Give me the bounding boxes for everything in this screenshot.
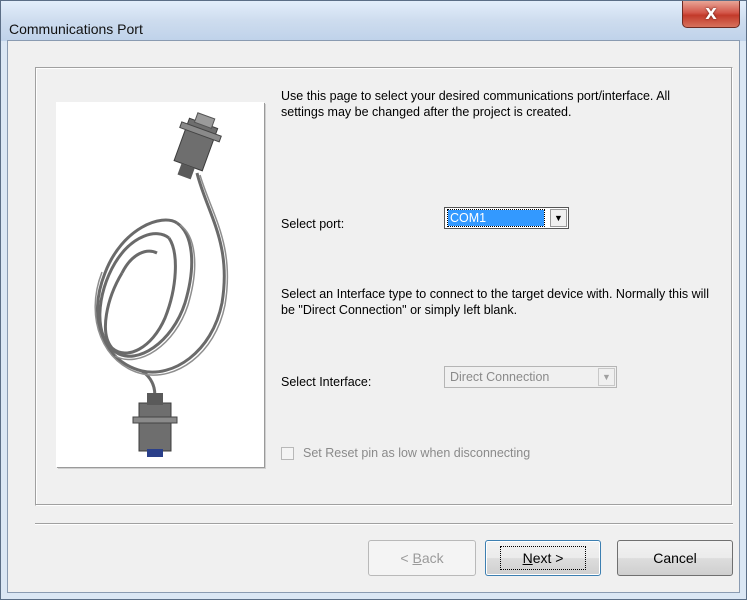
close-button[interactable]: X (682, 1, 740, 28)
cable-image (56, 102, 264, 467)
back-button[interactable]: < Back (368, 540, 476, 576)
close-icon: X (705, 5, 717, 23)
reset-pin-checkbox-label[interactable]: Set Reset pin as low when disconnecting (303, 445, 530, 461)
port-select[interactable]: COM1 ▼ (444, 207, 569, 229)
button-separator (35, 523, 733, 525)
window-title: Communications Port (9, 21, 143, 37)
back-button-label: < Back (400, 550, 444, 566)
next-button[interactable]: Next > (485, 540, 601, 576)
interface-description: Select an Interface type to connect to t… (281, 287, 709, 317)
title-bar[interactable]: Communications Port X (1, 1, 746, 41)
dialog-client-area: Use this page to select your desired com… (7, 40, 740, 593)
reset-pin-checkbox[interactable] (281, 447, 294, 460)
interface-select-value: Direct Connection (450, 370, 550, 384)
next-button-label: Next > (499, 546, 587, 570)
dialog-window: Communications Port X Use this page to s… (0, 0, 747, 600)
interface-select[interactable]: Direct Connection ▼ (444, 366, 617, 388)
chevron-down-icon[interactable]: ▼ (550, 209, 567, 227)
cancel-button[interactable]: Cancel (617, 540, 733, 576)
chevron-down-icon[interactable]: ▼ (598, 368, 615, 386)
port-label: Select port: (281, 217, 345, 231)
page-description: Use this page to select your desired com… (281, 89, 671, 119)
serial-cable-icon (94, 112, 229, 457)
port-select-value: COM1 (447, 209, 545, 227)
interface-label: Select Interface: (281, 375, 372, 389)
